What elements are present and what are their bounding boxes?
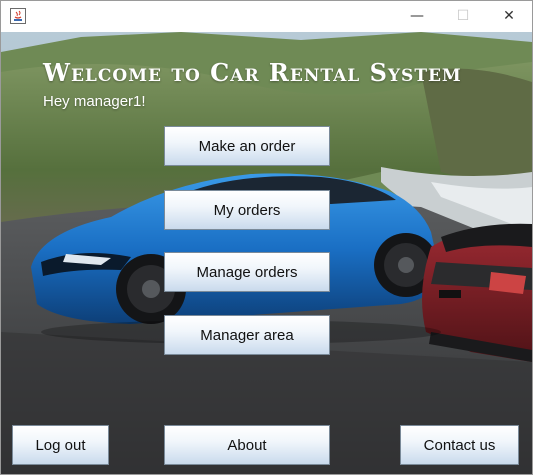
- main-panel: Welcome to Car Rental System Hey manager…: [1, 32, 532, 474]
- maximize-button[interactable]: ☐: [440, 1, 486, 31]
- title-bar: — ☐ ✕: [1, 1, 532, 32]
- greeting-label: Hey manager1!: [43, 93, 146, 110]
- contact-us-button[interactable]: Contact us: [400, 425, 519, 465]
- logout-button[interactable]: Log out: [12, 425, 109, 465]
- my-orders-button[interactable]: My orders: [164, 190, 330, 230]
- app-window: — ☐ ✕ Welcome to Car Rental System Hey m…: [0, 0, 533, 475]
- manager-area-button[interactable]: Manager area: [164, 315, 330, 355]
- welcome-title: Welcome to Car Rental System: [43, 58, 462, 87]
- about-button[interactable]: About: [164, 425, 330, 465]
- manage-orders-button[interactable]: Manage orders: [164, 252, 330, 292]
- minimize-button[interactable]: —: [394, 1, 440, 31]
- make-order-button[interactable]: Make an order: [164, 126, 330, 166]
- java-app-icon: [10, 8, 26, 24]
- close-button[interactable]: ✕: [486, 1, 532, 31]
